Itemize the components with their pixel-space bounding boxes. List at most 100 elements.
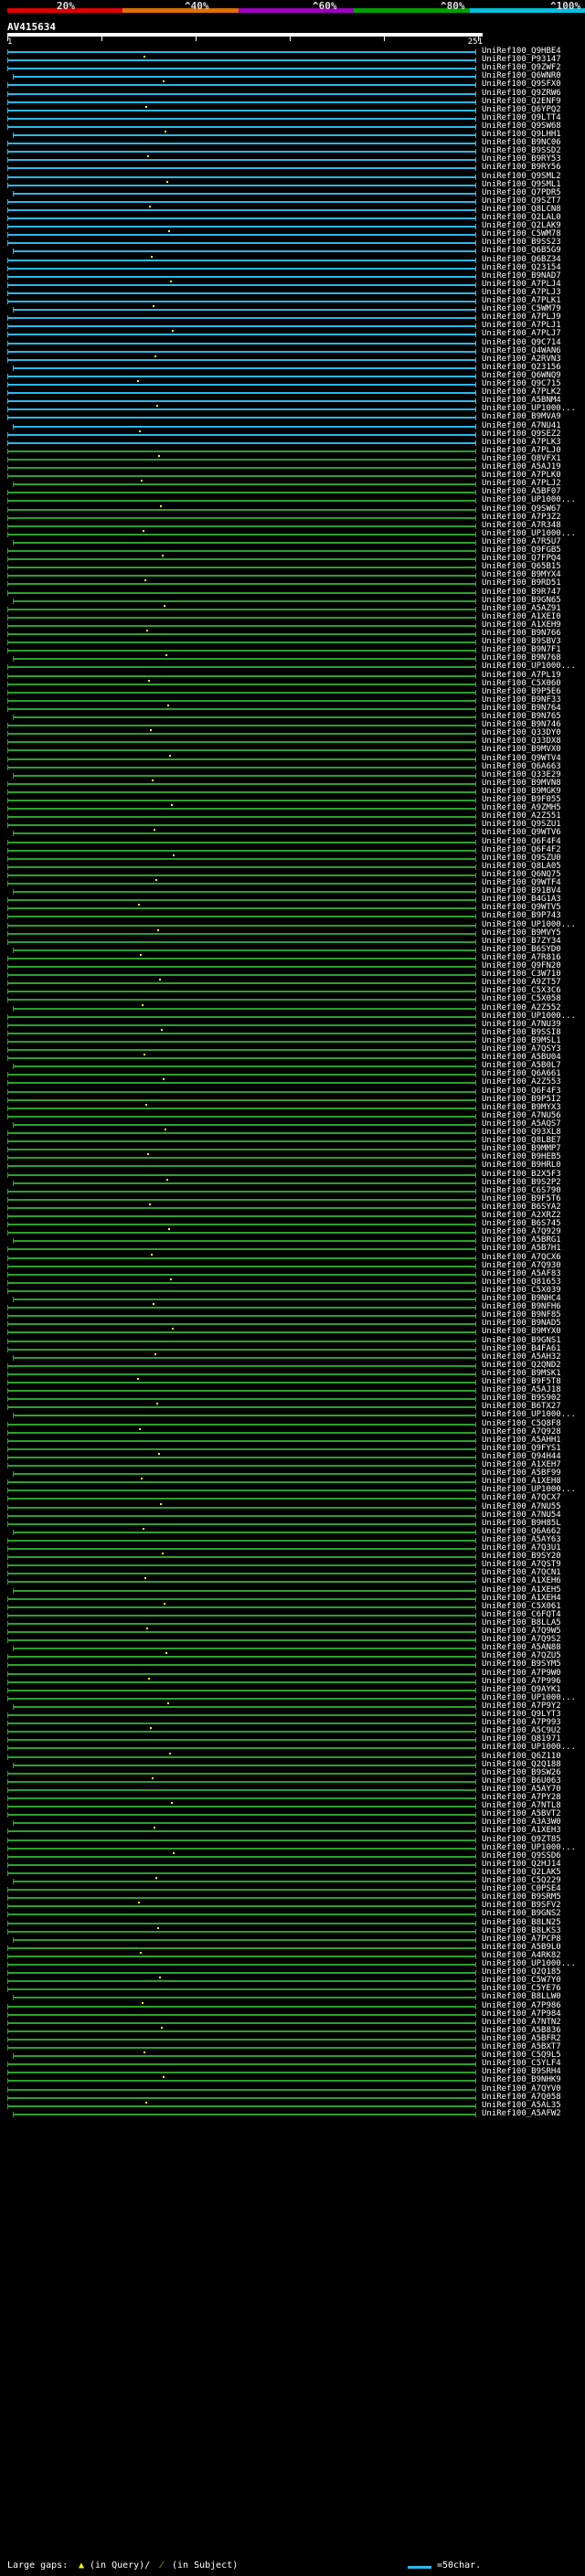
hit-alignment-line[interactable] [7,1431,475,1434]
hit-alignment-line[interactable] [7,1672,475,1675]
hit-alignment-line[interactable] [7,1406,475,1409]
hit-alignment-line[interactable] [7,467,475,469]
hit-alignment-line[interactable] [7,325,475,328]
hit-alignment-line[interactable] [7,1806,475,1808]
hit-alignment-line[interactable] [13,192,475,195]
hit-alignment-line[interactable] [7,824,475,827]
hit-alignment-line[interactable] [7,1656,475,1659]
hit-alignment-line[interactable] [7,68,475,70]
hit-alignment-line[interactable] [13,1415,475,1417]
hit-alignment-line[interactable] [7,259,475,261]
hit-alignment-line[interactable] [7,1289,475,1292]
hit-alignment-line[interactable] [7,982,475,985]
hit-alignment-line[interactable] [7,1273,475,1276]
hit-alignment-line[interactable] [7,101,475,103]
hit-alignment-line[interactable] [7,400,475,403]
hit-alignment-line[interactable] [7,782,475,785]
hit-alignment-line[interactable] [7,1140,475,1143]
hit-alignment-line[interactable] [7,583,475,586]
hit-alignment-line[interactable] [7,1307,475,1309]
hit-alignment-line[interactable] [7,2096,475,2099]
hit-alignment-line[interactable] [7,350,475,353]
hit-alignment-line[interactable] [7,650,475,652]
hit-alignment-line[interactable] [13,1123,475,1126]
hit-alignment-line[interactable] [7,1149,475,1151]
hit-alignment-line[interactable] [7,1980,475,1983]
hit-alignment-line[interactable] [7,200,475,203]
hit-alignment-line[interactable] [7,790,475,793]
hit-alignment-line[interactable] [7,1190,475,1193]
hit-alignment-line[interactable] [7,1597,475,1600]
hit-alignment-line[interactable] [7,334,475,336]
hit-alignment-line[interactable] [7,1755,475,1758]
hit-alignment-line[interactable] [7,1232,475,1235]
hit-alignment-line[interactable] [7,2038,475,2041]
hit-alignment-line[interactable] [7,1539,475,1542]
hit-alignment-line[interactable] [7,1639,475,1642]
hit-alignment-line[interactable] [7,2005,475,2008]
hit-alignment-line[interactable] [7,317,475,320]
hit-alignment-line[interactable] [7,51,475,53]
hit-alignment-line[interactable] [7,1731,475,1733]
hit-alignment-line[interactable] [7,641,475,644]
hit-alignment-line[interactable] [7,1315,475,1318]
hit-alignment-line[interactable] [7,758,475,760]
hit-alignment-line[interactable] [7,59,475,62]
hit-alignment-line[interactable] [7,1739,475,1742]
hit-alignment-line[interactable] [13,949,475,951]
hit-alignment-line[interactable] [13,1356,475,1359]
hit-alignment-line[interactable] [7,2063,475,2066]
hit-alignment-line[interactable] [7,1930,475,1933]
hit-alignment-line[interactable] [7,591,475,594]
hit-alignment-line[interactable] [7,999,475,1002]
hit-alignment-line[interactable] [13,250,475,253]
hit-alignment-line[interactable] [7,1090,475,1093]
hit-alignment-line[interactable] [7,167,475,170]
hit-alignment-line[interactable] [7,816,475,819]
hit-alignment-line[interactable] [7,1256,475,1259]
hit-alignment-line[interactable] [7,217,475,219]
hit-alignment-line[interactable] [7,575,475,578]
hit-alignment-line[interactable] [7,475,475,478]
hit-alignment-line[interactable] [7,2104,475,2107]
hit-alignment-line[interactable] [7,508,475,511]
hit-alignment-line[interactable] [7,1373,475,1375]
hit-alignment-line[interactable] [13,425,475,428]
hit-alignment-line[interactable] [7,1814,475,1817]
hit-alignment-line[interactable] [13,1822,475,1825]
hit-alignment-line[interactable] [7,433,475,436]
hit-alignment-line[interactable] [7,725,475,727]
hit-alignment-line[interactable] [7,1697,475,1700]
hit-alignment-line[interactable] [7,749,475,752]
hit-alignment-line[interactable] [7,1098,475,1101]
hit-alignment-line[interactable] [7,633,475,635]
hit-alignment-line[interactable] [13,1182,475,1184]
hit-alignment-line[interactable] [7,1173,475,1176]
hit-alignment-line[interactable] [7,1714,475,1716]
hit-alignment-line[interactable] [7,1032,475,1034]
hit-alignment-line[interactable] [7,1522,475,1525]
hit-alignment-line[interactable] [7,384,475,386]
hit-alignment-line[interactable] [7,533,475,535]
hit-alignment-line[interactable] [7,275,475,278]
hit-alignment-line[interactable] [13,658,475,661]
hit-row[interactable]: UniRef100_A5AFW2 [0,2109,585,2118]
hit-alignment-line[interactable] [7,175,475,178]
hit-alignment-line[interactable] [7,857,475,860]
hit-alignment-line[interactable] [13,1240,475,1243]
hit-alignment-line[interactable] [7,1015,475,1018]
hit-alignment-line[interactable] [7,683,475,685]
hit-alignment-line[interactable] [7,1115,475,1118]
hit-alignment-line[interactable] [7,1797,475,1799]
hit-alignment-line[interactable] [13,891,475,894]
hit-alignment-line[interactable] [7,1390,475,1393]
hit-alignment-line[interactable] [7,1972,475,1975]
hit-alignment-line[interactable] [7,1913,475,1916]
hit-alignment-line[interactable] [7,1573,475,1575]
hit-alignment-line[interactable] [7,907,475,910]
hit-alignment-line[interactable] [7,1447,475,1450]
hit-alignment-line[interactable] [7,766,475,769]
hit-alignment-line[interactable] [7,84,475,87]
hit-alignment-line[interactable] [7,1897,475,1900]
hit-alignment-line[interactable] [7,2030,475,2032]
